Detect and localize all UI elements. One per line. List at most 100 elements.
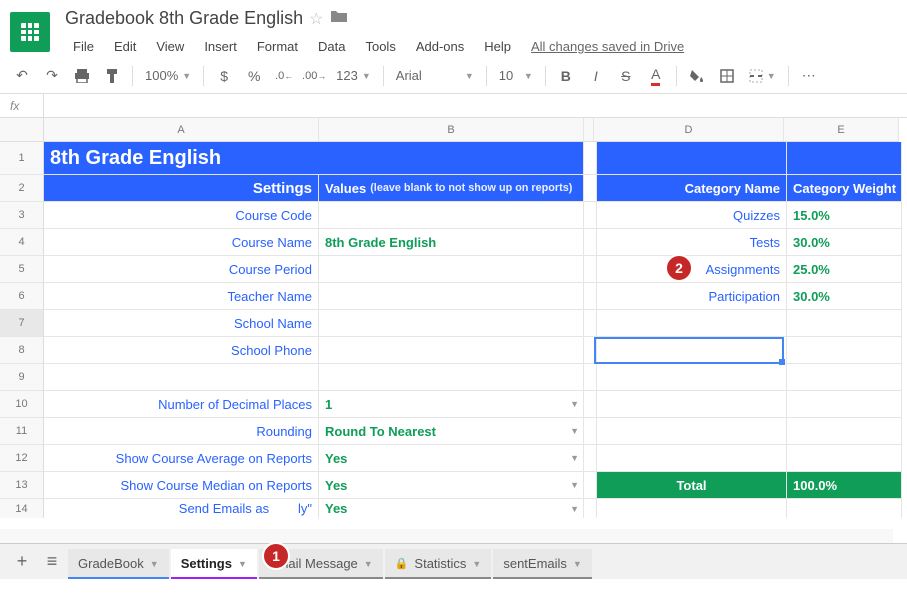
cell[interactable]: [787, 499, 902, 518]
cell[interactable]: [597, 337, 787, 364]
cell-total-label[interactable]: Total: [597, 472, 787, 499]
row-header[interactable]: 11: [0, 418, 44, 445]
row-header[interactable]: 8: [0, 337, 44, 364]
cell-setting-value[interactable]: 1▼: [319, 391, 584, 418]
paint-format-button[interactable]: [98, 62, 126, 90]
row-header[interactable]: 2: [0, 175, 44, 202]
all-sheets-button[interactable]: ≡: [38, 548, 66, 576]
undo-button[interactable]: ↶: [8, 62, 36, 90]
cell[interactable]: [597, 445, 787, 472]
cell-setting-label[interactable]: Course Name: [44, 229, 319, 256]
row-header[interactable]: 7: [0, 310, 44, 337]
cell[interactable]: [787, 391, 902, 418]
cell-setting-value[interactable]: [319, 256, 584, 283]
horizontal-scrollbar[interactable]: [0, 529, 893, 543]
cell-category-weight[interactable]: 25.0%: [787, 256, 902, 283]
cell-setting-value[interactable]: [319, 337, 584, 364]
col-header[interactable]: [584, 118, 594, 142]
borders-button[interactable]: [713, 62, 741, 90]
cell[interactable]: [787, 310, 902, 337]
cell[interactable]: Category Name: [597, 175, 787, 202]
doc-title[interactable]: Gradebook 8th Grade English: [65, 8, 303, 29]
italic-button[interactable]: I: [582, 62, 610, 90]
cell[interactable]: [44, 364, 319, 391]
text-color-button[interactable]: A: [642, 62, 670, 90]
cell-setting-label[interactable]: School Phone: [44, 337, 319, 364]
cell[interactable]: [597, 364, 787, 391]
more-button[interactable]: ⋯: [795, 62, 823, 90]
sheet-tab[interactable]: sentEmails▼: [493, 549, 592, 579]
cell-setting-label[interactable]: Rounding: [44, 418, 319, 445]
cell[interactable]: [597, 310, 787, 337]
cell[interactable]: [787, 364, 902, 391]
star-icon[interactable]: ☆: [309, 9, 323, 29]
font-size-select[interactable]: 10▼: [493, 62, 539, 90]
cell[interactable]: [584, 202, 597, 229]
cell[interactable]: [584, 142, 597, 175]
bold-button[interactable]: B: [552, 62, 580, 90]
cell-setting-label[interactable]: Number of Decimal Places: [44, 391, 319, 418]
menu-insert[interactable]: Insert: [196, 35, 245, 58]
menu-view[interactable]: View: [148, 35, 192, 58]
cell-setting-value[interactable]: Yes▼: [319, 472, 584, 499]
row-header[interactable]: 5: [0, 256, 44, 283]
cell[interactable]: 8th Grade English: [44, 142, 584, 175]
format-select[interactable]: 123▼: [330, 62, 377, 90]
cell[interactable]: [584, 364, 597, 391]
menu-help[interactable]: Help: [476, 35, 519, 58]
cell[interactable]: [319, 364, 584, 391]
col-header[interactable]: B: [319, 118, 584, 142]
formula-input[interactable]: [44, 94, 907, 117]
cell[interactable]: [584, 229, 597, 256]
col-header[interactable]: E: [784, 118, 899, 142]
menu-tools[interactable]: Tools: [357, 35, 403, 58]
cell[interactable]: [584, 418, 597, 445]
row-header[interactable]: 14: [0, 499, 44, 518]
save-status[interactable]: All changes saved in Drive: [531, 39, 684, 54]
row-header[interactable]: 6: [0, 283, 44, 310]
sheet-tab[interactable]: 🔒Statistics▼: [385, 549, 492, 579]
print-button[interactable]: [68, 62, 96, 90]
cell-category-name[interactable]: Quizzes: [597, 202, 787, 229]
menu-edit[interactable]: Edit: [106, 35, 144, 58]
cell-setting-value[interactable]: [319, 283, 584, 310]
row-header[interactable]: 1: [0, 142, 44, 175]
cell[interactable]: [597, 418, 787, 445]
cell[interactable]: [787, 418, 902, 445]
cell-category-weight[interactable]: 30.0%: [787, 283, 902, 310]
cell[interactable]: [597, 499, 787, 518]
cell[interactable]: Values(leave blank to not show up on rep…: [319, 175, 584, 202]
cell[interactable]: [787, 337, 902, 364]
cell[interactable]: [584, 337, 597, 364]
cell-category-weight[interactable]: 15.0%: [787, 202, 902, 229]
cell-setting-label[interactable]: Show Course Median on Reports: [44, 472, 319, 499]
cell[interactable]: [597, 142, 787, 175]
row-header[interactable]: 13: [0, 472, 44, 499]
cell-setting-label[interactable]: School Name: [44, 310, 319, 337]
cell-setting-value[interactable]: Yes▼: [319, 499, 584, 518]
add-sheet-button[interactable]: +: [8, 548, 36, 576]
cell-category-weight[interactable]: 30.0%: [787, 229, 902, 256]
fill-color-button[interactable]: [683, 62, 711, 90]
menu-addons[interactable]: Add-ons: [408, 35, 472, 58]
cell-setting-label[interactable]: Course Period: [44, 256, 319, 283]
cell[interactable]: [597, 391, 787, 418]
cell[interactable]: [584, 499, 597, 518]
menu-file[interactable]: File: [65, 35, 102, 58]
currency-button[interactable]: $: [210, 62, 238, 90]
cell[interactable]: [584, 472, 597, 499]
cell-category-name[interactable]: Participation: [597, 283, 787, 310]
cell-category-name[interactable]: Tests: [597, 229, 787, 256]
sheet-tab[interactable]: Settings▼: [171, 549, 257, 579]
row-header[interactable]: 10: [0, 391, 44, 418]
cell-setting-value[interactable]: [319, 202, 584, 229]
cell-setting-label[interactable]: Send Emails as ly": [44, 499, 319, 518]
sheet-tab[interactable]: GradeBook▼: [68, 549, 169, 579]
zoom-select[interactable]: 100%▼: [139, 62, 197, 90]
cell-setting-value[interactable]: 8th Grade English: [319, 229, 584, 256]
row-header[interactable]: 12: [0, 445, 44, 472]
cell[interactable]: [584, 310, 597, 337]
cell[interactable]: [584, 283, 597, 310]
increase-decimal-button[interactable]: .00→: [300, 62, 328, 90]
redo-button[interactable]: ↷: [38, 62, 66, 90]
